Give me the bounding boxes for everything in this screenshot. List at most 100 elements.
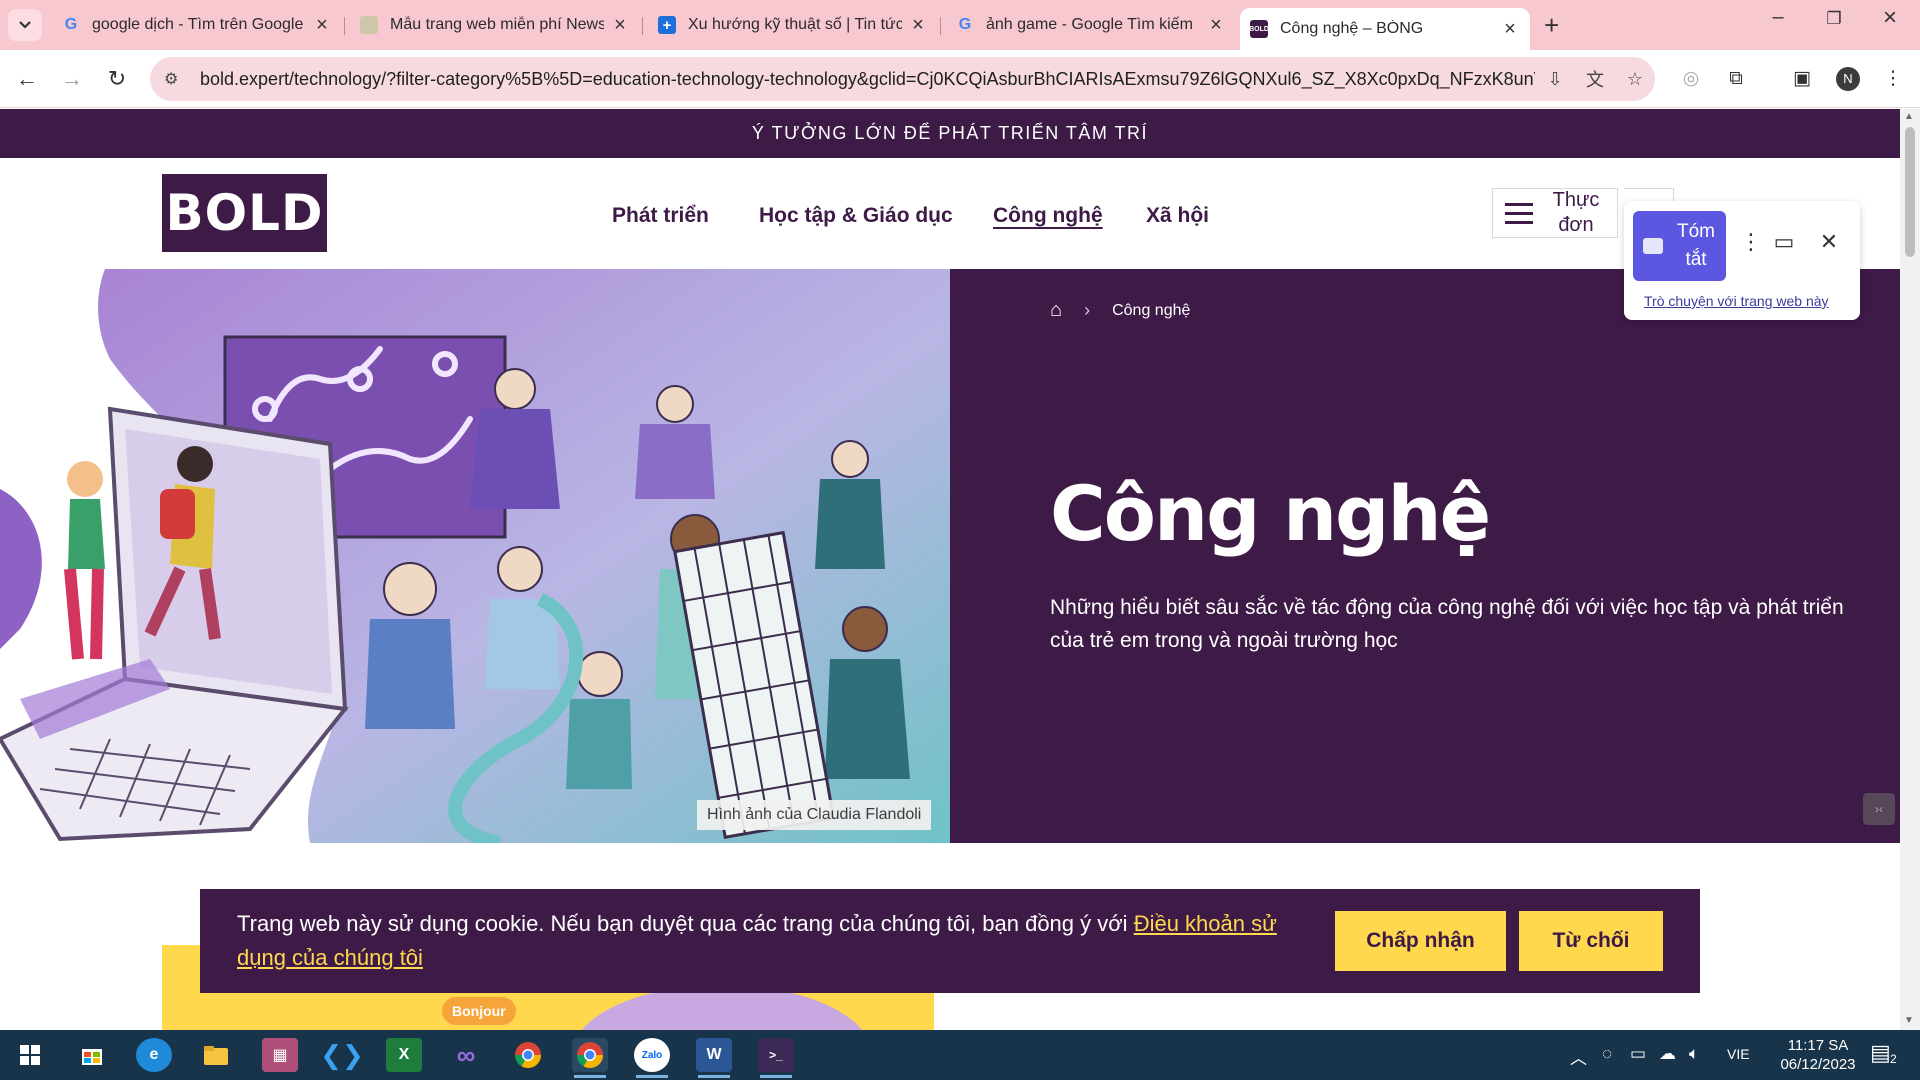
more-menu-icon[interactable]: ⋮ bbox=[1878, 64, 1908, 94]
close-tab-icon[interactable]: × bbox=[1206, 14, 1226, 37]
scroll-up-icon[interactable]: ▲ bbox=[1904, 111, 1914, 122]
site-info-icon[interactable]: ⚙ bbox=[164, 69, 190, 89]
more-options-icon[interactable]: ⋮ bbox=[1736, 229, 1766, 255]
scroll-down-icon[interactable]: ▼ bbox=[1904, 1015, 1914, 1026]
nav-link-learning-education[interactable]: Học tập & Giáo dục bbox=[759, 204, 953, 228]
nav-link-development[interactable]: Phát triển bbox=[612, 204, 709, 228]
accept-cookies-button[interactable]: Chấp nhận bbox=[1335, 911, 1506, 971]
browser-tab-bar: G google dịch - Tìm trên Google × Mẫu tr… bbox=[0, 0, 1920, 50]
decline-cookies-button[interactable]: Từ chối bbox=[1519, 911, 1663, 971]
terminal-icon[interactable]: >_ bbox=[758, 1038, 794, 1078]
site-header: BOLD Phát triển Học tập & Giáo dục Công … bbox=[0, 158, 1900, 269]
side-panel-icon[interactable]: ▣ bbox=[1787, 64, 1817, 94]
store-icon[interactable] bbox=[74, 1038, 110, 1072]
plus-site-icon: + bbox=[658, 16, 676, 34]
excel-style-app-icon[interactable]: X bbox=[386, 1038, 422, 1072]
restore-icon[interactable]: ❐ bbox=[1814, 9, 1854, 29]
browser-tab[interactable]: + Xu hướng kỹ thuật số | Tin tức c × bbox=[648, 8, 938, 42]
image-credit: Hình ảnh của Claudia Flandoli bbox=[697, 800, 932, 830]
windows-start-icon[interactable] bbox=[12, 1038, 48, 1072]
summarize-button[interactable]: Tóm tắt bbox=[1633, 211, 1726, 281]
network-icon[interactable]: ◌ bbox=[1602, 1044, 1612, 1064]
chat-bot-icon bbox=[1643, 238, 1663, 254]
edge-browser-icon[interactable]: e bbox=[136, 1038, 172, 1072]
tab-divider bbox=[344, 17, 345, 35]
bookmark-star-icon[interactable]: ☆ bbox=[1615, 69, 1655, 90]
extension-compass-icon[interactable]: ◎ bbox=[1676, 64, 1706, 94]
reload-icon[interactable]: ↻ bbox=[100, 62, 134, 96]
tab-title: ảnh game - Google Tìm kiếm bbox=[986, 16, 1193, 33]
page-scrollbar[interactable]: ▲ ▼ bbox=[1900, 109, 1920, 1030]
notification-count: 2 bbox=[1890, 1052, 1897, 1066]
browser-tab[interactable]: Mẫu trang web miễn phí Newsc × bbox=[350, 8, 640, 42]
hide-tool-icon[interactable]: ▭ bbox=[1769, 229, 1799, 255]
ai-summary-popup: Tóm tắt ⋮ ▭ ✕ Trò chuyện với trang web n… bbox=[1624, 201, 1860, 320]
word-icon[interactable]: W bbox=[696, 1038, 732, 1078]
chat-with-page-link[interactable]: Trò chuyện với trang web này bbox=[1644, 293, 1829, 309]
tab-title: Công nghệ – BÓNG bbox=[1280, 20, 1424, 37]
browser-tab-active[interactable]: BOLD Công nghệ – BÓNG × bbox=[1240, 8, 1530, 50]
chrome-profile-icon[interactable] bbox=[572, 1038, 608, 1078]
side-chat-icon[interactable]: ›‹ bbox=[1863, 793, 1895, 825]
battery-icon[interactable]: ▭ bbox=[1630, 1044, 1646, 1064]
close-tab-icon[interactable]: × bbox=[908, 14, 928, 37]
new-tab-icon[interactable]: + bbox=[1544, 10, 1559, 41]
menu-label: Thực đơn bbox=[1552, 189, 1600, 236]
translate-icon[interactable]: 文 bbox=[1575, 66, 1615, 92]
google-icon: G bbox=[64, 16, 78, 33]
summarize-label: Tóm tắt bbox=[1677, 221, 1715, 270]
visual-studio-icon[interactable]: ∞ bbox=[448, 1038, 484, 1072]
menu-button[interactable]: Thực đơn bbox=[1492, 188, 1618, 238]
notifications-icon[interactable]: ▤ bbox=[1870, 1040, 1891, 1066]
tab-search-button[interactable] bbox=[8, 9, 42, 41]
zalo-icon[interactable]: Zalo bbox=[634, 1038, 670, 1078]
breadcrumb: ⌂ › Công nghệ bbox=[1050, 299, 1190, 322]
vscode-icon[interactable]: ❮❯ bbox=[320, 1038, 364, 1072]
close-tab-icon[interactable]: × bbox=[1500, 18, 1520, 41]
home-icon[interactable]: ⌂ bbox=[1050, 299, 1062, 322]
chevron-right-icon: › bbox=[1084, 300, 1091, 320]
tab-title: google dịch - Tìm trên Google bbox=[92, 16, 304, 33]
template-site-icon bbox=[360, 16, 378, 34]
google-icon: G bbox=[958, 16, 972, 33]
back-icon[interactable]: ← bbox=[10, 62, 44, 96]
taskbar: e ▦ ❮❯ X ∞ Zalo W >_ ︿ ◌ ▭ ☁ 🔈︎ VIE 11:1… bbox=[0, 1030, 1920, 1080]
web-page: Ý TƯỞNG LỚN ĐỂ PHÁT TRIỂN TÂM TRÍ BOLD P… bbox=[0, 109, 1900, 1030]
bold-site-icon: BOLD bbox=[1249, 20, 1269, 38]
install-app-icon[interactable]: ⇩ bbox=[1535, 69, 1575, 90]
scrollbar-thumb[interactable] bbox=[1905, 127, 1915, 257]
tray-chevron-up-icon[interactable]: ︿ bbox=[1570, 1044, 1587, 1069]
photos-app-icon[interactable]: ▦ bbox=[262, 1038, 298, 1072]
address-bar[interactable]: ⚙ bold.expert/technology/?filter-categor… bbox=[150, 57, 1655, 101]
chevron-down-icon bbox=[19, 21, 31, 29]
forward-icon[interactable]: → bbox=[55, 62, 89, 96]
hero-illustration: Hình ảnh của Claudia Flandoli bbox=[0, 269, 950, 843]
close-tab-icon[interactable]: × bbox=[312, 14, 332, 37]
system-clock[interactable]: 11:17 SA 06/12/2023 bbox=[1768, 1036, 1868, 1074]
minimize-icon[interactable]: – bbox=[1758, 6, 1798, 29]
cookie-banner: Trang web này sử dụng cookie. Nếu bạn du… bbox=[200, 889, 1700, 993]
cookie-message: Trang web này sử dụng cookie. Nếu bạn du… bbox=[237, 907, 1307, 975]
close-tab-icon[interactable]: × bbox=[610, 14, 630, 37]
hero-illustration-art bbox=[0, 269, 950, 843]
tab-title: Mẫu trang web miễn phí Newsc bbox=[390, 16, 604, 33]
profile-avatar[interactable]: N bbox=[1836, 67, 1860, 91]
url-text[interactable]: bold.expert/technology/?filter-category%… bbox=[200, 69, 1535, 90]
tab-divider bbox=[940, 17, 941, 35]
volume-icon[interactable]: 🔈︎ bbox=[1689, 1044, 1699, 1064]
hamburger-icon bbox=[1505, 197, 1533, 230]
language-indicator[interactable]: VIE bbox=[1727, 1046, 1750, 1062]
browser-tab[interactable]: G ảnh game - Google Tìm kiếm × bbox=[946, 8, 1236, 42]
nav-link-technology[interactable]: Công nghệ bbox=[993, 204, 1103, 228]
close-window-icon[interactable]: × bbox=[1870, 4, 1910, 32]
extensions-puzzle-icon[interactable]: ⧉ bbox=[1721, 64, 1751, 94]
onedrive-icon[interactable]: ☁ bbox=[1659, 1044, 1676, 1064]
site-logo[interactable]: BOLD bbox=[162, 174, 327, 252]
browser-tab[interactable]: G google dịch - Tìm trên Google × bbox=[52, 8, 342, 42]
chrome-icon[interactable] bbox=[510, 1038, 546, 1072]
nav-link-society[interactable]: Xã hội bbox=[1146, 204, 1209, 228]
file-explorer-icon[interactable] bbox=[198, 1038, 234, 1072]
cookie-message-text: Trang web này sử dụng cookie. Nếu bạn du… bbox=[237, 911, 1134, 936]
tab-title: Xu hướng kỹ thuật số | Tin tức c bbox=[688, 16, 902, 33]
close-icon[interactable]: ✕ bbox=[1814, 229, 1844, 255]
